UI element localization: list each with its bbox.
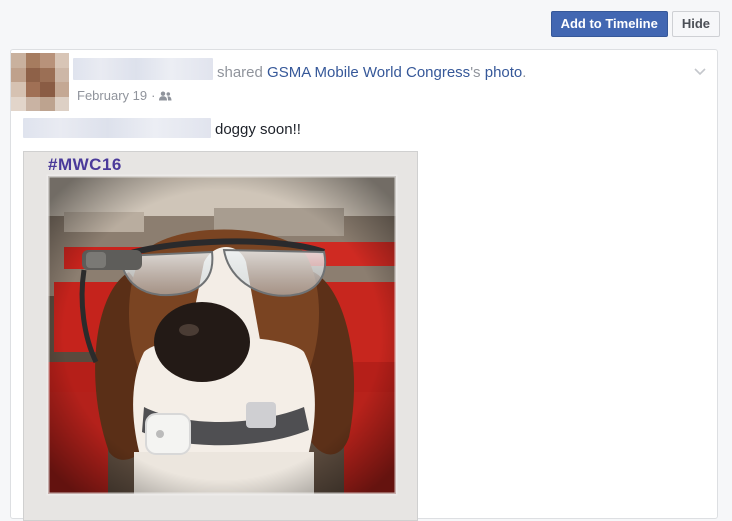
- period: .: [522, 64, 527, 81]
- add-to-timeline-button[interactable]: Add to Timeline: [550, 11, 668, 37]
- redacted-author-name[interactable]: [73, 58, 213, 80]
- meta-separator: ·: [151, 88, 156, 103]
- timestamp-link[interactable]: February 19: [77, 88, 147, 103]
- story-card: shared GSMA Mobile World Congress's phot…: [10, 49, 718, 521]
- possessive: 's: [470, 64, 481, 81]
- redacted-tagged-name[interactable]: [23, 118, 211, 138]
- photo-link[interactable]: photo: [485, 64, 523, 81]
- post-photo[interactable]: #MWC16: [23, 151, 418, 521]
- page-link[interactable]: GSMA Mobile World Congress: [267, 64, 470, 81]
- hide-button[interactable]: Hide: [671, 11, 720, 37]
- story-headline: shared GSMA Mobile World Congress's phot…: [217, 64, 526, 81]
- post-text: doggy soon!!: [215, 121, 301, 138]
- photo-hashtag: #MWC16: [48, 155, 122, 174]
- headline-prefix: shared: [217, 64, 263, 81]
- avatar[interactable]: [11, 53, 69, 111]
- dog-photo-illustration: [24, 152, 417, 520]
- story-meta: February 19 ·: [77, 88, 172, 103]
- friends-icon[interactable]: [159, 91, 172, 101]
- chevron-down-icon[interactable]: [693, 64, 707, 76]
- timeline-actions: Add to Timeline Hide: [550, 11, 720, 37]
